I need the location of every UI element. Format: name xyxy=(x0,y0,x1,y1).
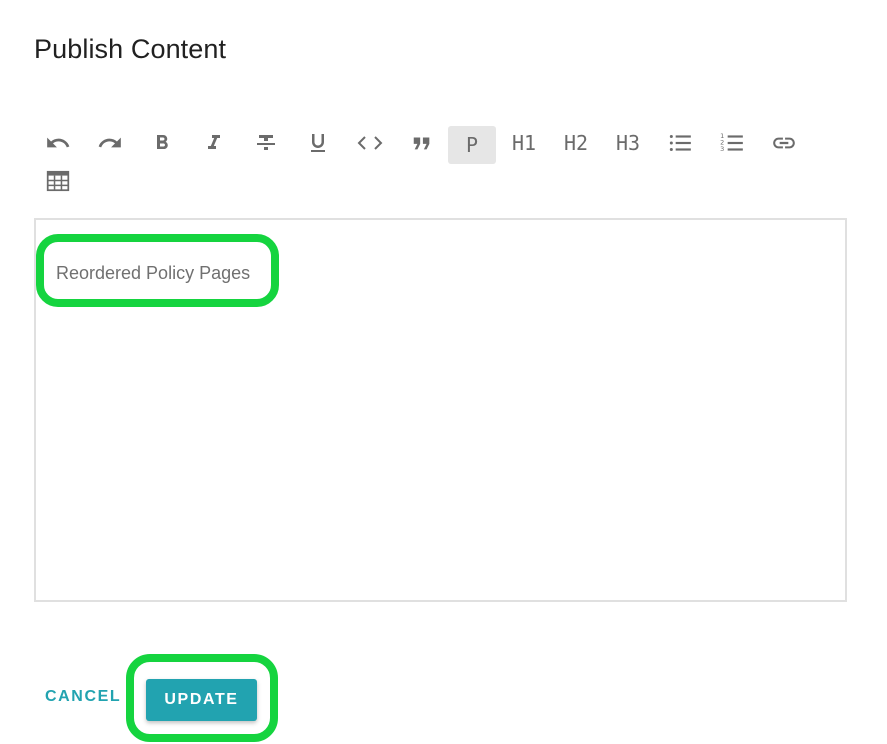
blockquote-button[interactable] xyxy=(398,124,446,162)
code-icon xyxy=(357,136,383,150)
heading-3-button[interactable]: H3 xyxy=(604,124,652,162)
strikethrough-icon xyxy=(257,135,275,150)
code-button[interactable] xyxy=(346,124,394,162)
italic-icon xyxy=(208,135,220,149)
heading-1-label: H1 xyxy=(511,131,537,155)
bullet-list-button[interactable] xyxy=(656,124,704,162)
paragraph-label: P xyxy=(465,133,479,157)
dialog-title: Publish Content xyxy=(34,34,227,64)
heading-3-label: H3 xyxy=(615,131,641,155)
update-button[interactable]: UPDATE xyxy=(146,679,257,721)
bullet-list-icon xyxy=(669,134,691,152)
redo-button[interactable] xyxy=(86,124,134,162)
italic-button[interactable] xyxy=(190,124,238,162)
link-button[interactable] xyxy=(760,124,808,162)
underline-button[interactable] xyxy=(294,124,342,162)
numbered-list-button[interactable]: 1 2 3 xyxy=(708,124,756,162)
undo-icon xyxy=(47,137,70,148)
heading-2-label: H2 xyxy=(563,131,589,155)
redo-icon xyxy=(98,137,121,148)
table-button[interactable] xyxy=(34,162,82,200)
paragraph-button[interactable]: P xyxy=(448,126,496,164)
strikethrough-button[interactable] xyxy=(242,124,290,162)
content-editor[interactable]: Reordered Policy Pages xyxy=(34,218,847,602)
cancel-button[interactable]: CANCEL xyxy=(45,688,121,706)
numbered-list-icon: 1 2 3 xyxy=(720,132,743,153)
heading-2-button[interactable]: H2 xyxy=(552,124,600,162)
bold-button[interactable] xyxy=(138,124,186,162)
bold-icon xyxy=(157,135,168,149)
svg-text:3: 3 xyxy=(720,145,724,153)
undo-button[interactable] xyxy=(34,124,82,162)
table-icon xyxy=(46,170,70,192)
link-icon xyxy=(773,137,795,149)
underline-icon xyxy=(311,134,325,152)
editor-content-text[interactable]: Reordered Policy Pages xyxy=(56,263,250,284)
quote-icon xyxy=(413,137,430,150)
heading-1-button[interactable]: H1 xyxy=(500,124,548,162)
